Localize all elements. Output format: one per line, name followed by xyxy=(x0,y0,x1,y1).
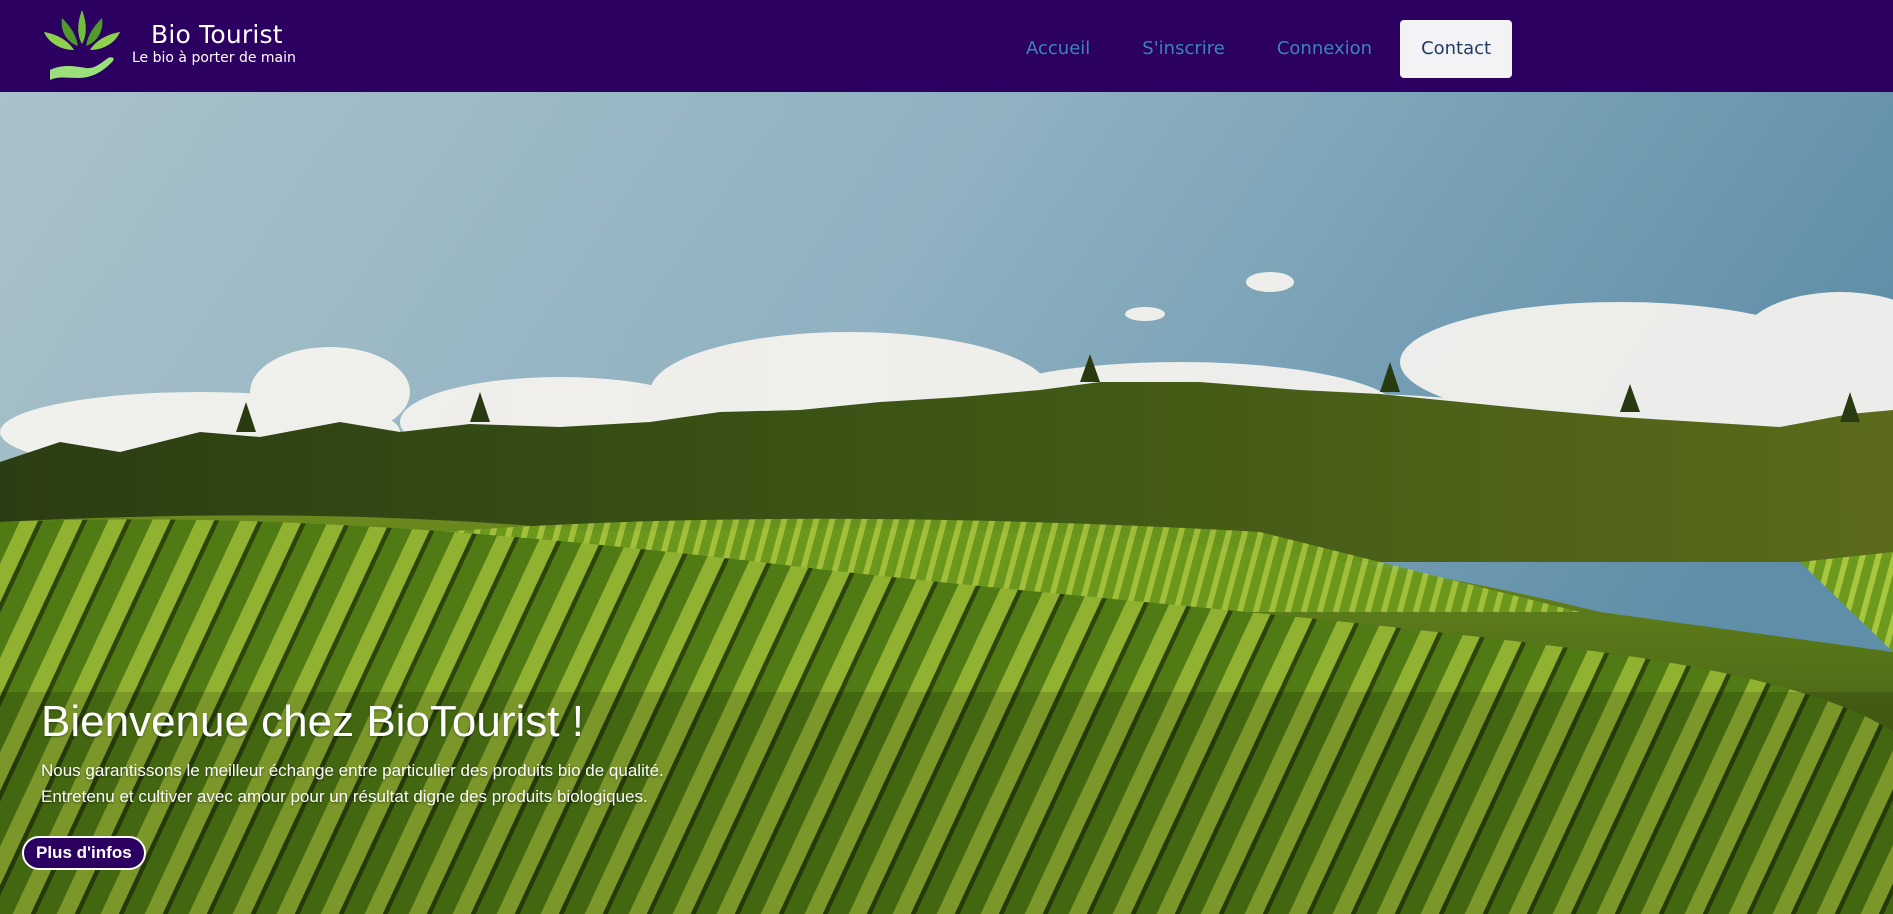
nav-link-sinscrire[interactable]: S'inscrire xyxy=(1116,20,1251,78)
hero-desc-line-1: Nous garantissons le meilleur échange en… xyxy=(41,761,664,780)
main-nav: Accueil S'inscrire Connexion Contact xyxy=(1000,20,1513,78)
brand-name: Bio Tourist xyxy=(151,20,283,49)
brand-tagline: Le bio à porter de main xyxy=(132,50,296,66)
leaf-hand-logo-icon xyxy=(44,10,120,80)
nav-link-connexion[interactable]: Connexion xyxy=(1251,20,1398,78)
hero-text-block: Bienvenue chez BioTourist ! Nous garanti… xyxy=(41,696,664,810)
top-navbar: Bio Tourist Le bio à porter de main Accu… xyxy=(0,0,1893,92)
nav-link-accueil[interactable]: Accueil xyxy=(1000,20,1116,78)
more-info-button[interactable]: Plus d'infos xyxy=(22,836,146,870)
hero-title: Bienvenue chez BioTourist ! xyxy=(41,697,584,746)
brand-logo[interactable]: Bio Tourist Le bio à porter de main xyxy=(38,6,328,86)
hero-desc-line-2: Entretenu et cultiver avec amour pour un… xyxy=(41,787,648,806)
hero-section: Bienvenue chez BioTourist ! Nous garanti… xyxy=(0,92,1893,914)
hero-description: Nous garantissons le meilleur échange en… xyxy=(41,758,664,810)
nav-link-contact[interactable]: Contact xyxy=(1400,20,1513,78)
